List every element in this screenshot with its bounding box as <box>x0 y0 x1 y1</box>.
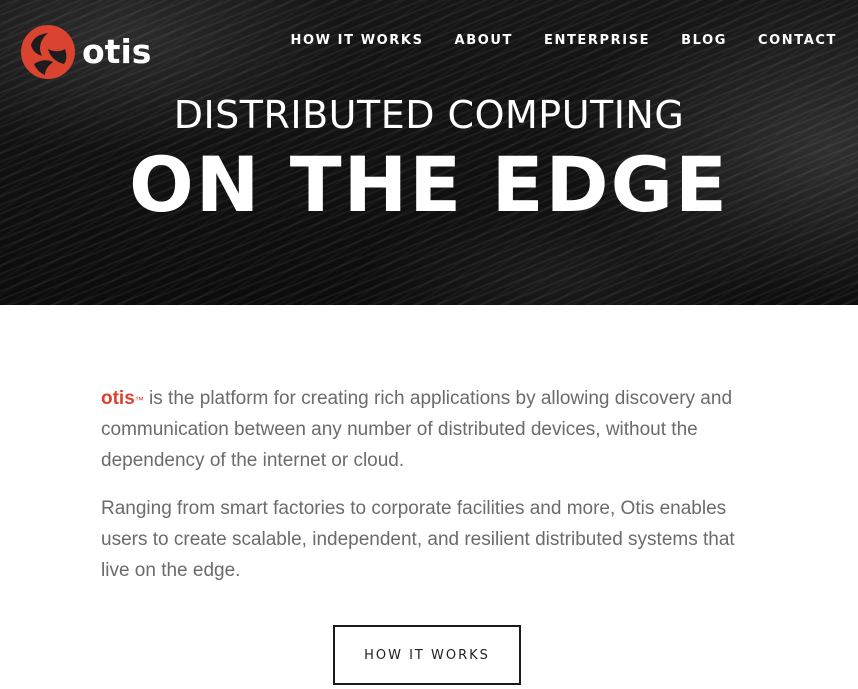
hero-subtitle: DISTRIBUTED COMPUTING <box>173 93 685 137</box>
main-nav: HOW IT WORKS ABOUT ENTERPRISE BLOG CONTA… <box>259 33 837 48</box>
hero-title: ON THE EDGE <box>129 140 729 229</box>
nav-item-enterprise[interactable]: ENTERPRISE <box>544 33 650 48</box>
brand-name: otis <box>101 388 135 409</box>
otis-logo-icon <box>21 25 75 79</box>
trademark-symbol: ™ <box>134 395 144 405</box>
intro-paragraph: otis™ is the platform for creating rich … <box>101 383 751 476</box>
intro-paragraph-text: is the platform for creating rich applic… <box>101 388 733 471</box>
nav-item-blog[interactable]: BLOG <box>681 33 727 48</box>
how-it-works-button[interactable]: HOW IT WORKS <box>333 625 521 685</box>
nav-item-about[interactable]: ABOUT <box>455 33 513 48</box>
hero-banner: otis HOW IT WORKS ABOUT ENTERPRISE BLOG … <box>0 0 858 305</box>
nav-item-how-it-works[interactable]: HOW IT WORKS <box>290 33 423 48</box>
intro-section: otis™ is the platform for creating rich … <box>101 383 751 603</box>
nav-item-contact[interactable]: CONTACT <box>758 33 837 48</box>
description-paragraph: Ranging from smart factories to corporat… <box>101 498 735 581</box>
home-logo-link[interactable]: otis <box>20 24 151 80</box>
logo-wordmark: otis <box>82 31 152 71</box>
